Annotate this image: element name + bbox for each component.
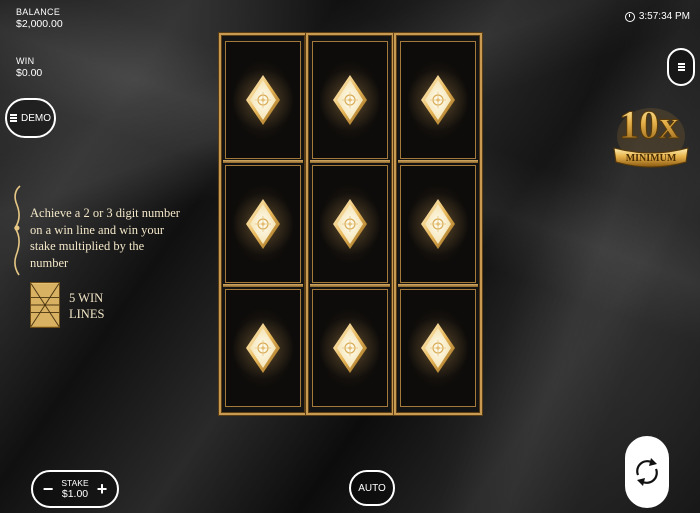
reel-cell bbox=[400, 165, 476, 283]
stake-decrease-button[interactable]: − bbox=[41, 480, 55, 498]
balance-value: $2,000.00 bbox=[16, 18, 63, 30]
reel-cell bbox=[225, 41, 301, 159]
win-lines-icon bbox=[30, 282, 60, 328]
clock-time: 3:57:34 PM bbox=[638, 11, 690, 22]
reel-divider bbox=[223, 284, 303, 287]
clock: 3:57:34 PM bbox=[624, 11, 690, 22]
reel-divider bbox=[223, 160, 303, 163]
menu-icon bbox=[10, 114, 17, 122]
reel-divider bbox=[310, 160, 390, 163]
demo-label: DEMO bbox=[21, 112, 51, 124]
diamond-symbol-icon bbox=[333, 323, 367, 373]
diamond-symbol-icon bbox=[333, 75, 367, 125]
autoplay-button[interactable]: AUTO bbox=[349, 470, 395, 506]
hamburger-icon bbox=[677, 63, 685, 71]
reel-column bbox=[219, 33, 307, 415]
reel-cell bbox=[400, 289, 476, 407]
diamond-symbol-icon bbox=[246, 75, 280, 125]
balance-display: BALANCE $2,000.00 bbox=[16, 6, 63, 30]
autoplay-label: AUTO bbox=[358, 482, 386, 494]
demo-menu-button[interactable]: DEMO bbox=[5, 98, 56, 138]
win-lines-label: 5 WIN LINES bbox=[69, 291, 105, 321]
reel-cell bbox=[225, 165, 301, 283]
settings-menu-button[interactable] bbox=[667, 48, 695, 86]
scroll-ornament-icon bbox=[14, 185, 21, 276]
stake-control: − STAKE $1.00 + bbox=[31, 470, 119, 508]
stake-display: STAKE $1.00 bbox=[61, 478, 88, 500]
reel-column bbox=[306, 33, 394, 415]
win-display: WIN $0.00 bbox=[16, 55, 42, 79]
spin-button[interactable] bbox=[625, 436, 669, 508]
stake-value: $1.00 bbox=[61, 488, 89, 500]
reel-divider bbox=[398, 160, 478, 163]
diamond-symbol-icon bbox=[246, 323, 280, 373]
badge-text: MINIMUM bbox=[626, 153, 677, 164]
reel-cell bbox=[312, 41, 388, 159]
stake-increase-button[interactable]: + bbox=[95, 480, 109, 498]
reel-column bbox=[394, 33, 482, 415]
win-label: WIN bbox=[16, 56, 35, 66]
balance-label: BALANCE bbox=[16, 7, 61, 17]
reel-cell bbox=[400, 41, 476, 159]
reel-cell bbox=[312, 289, 388, 407]
game-description: Achieve a 2 or 3 digit number on a win l… bbox=[30, 206, 180, 270]
reel-cell bbox=[225, 289, 301, 407]
spin-arrows-icon bbox=[636, 458, 658, 486]
diamond-symbol-icon bbox=[421, 199, 455, 249]
badge-amount: 10x bbox=[619, 102, 679, 147]
reel-grid bbox=[219, 33, 482, 415]
diamond-symbol-icon bbox=[421, 323, 455, 373]
reel-divider bbox=[310, 284, 390, 287]
win-value: $0.00 bbox=[16, 67, 43, 79]
clock-icon bbox=[624, 11, 635, 22]
diamond-symbol-icon bbox=[333, 199, 367, 249]
diamond-symbol-icon bbox=[421, 75, 455, 125]
reel-divider bbox=[398, 284, 478, 287]
reel-cell bbox=[312, 165, 388, 283]
minimum-multiplier-badge: 10x MINIMUM bbox=[613, 102, 689, 168]
diamond-symbol-icon bbox=[246, 199, 280, 249]
